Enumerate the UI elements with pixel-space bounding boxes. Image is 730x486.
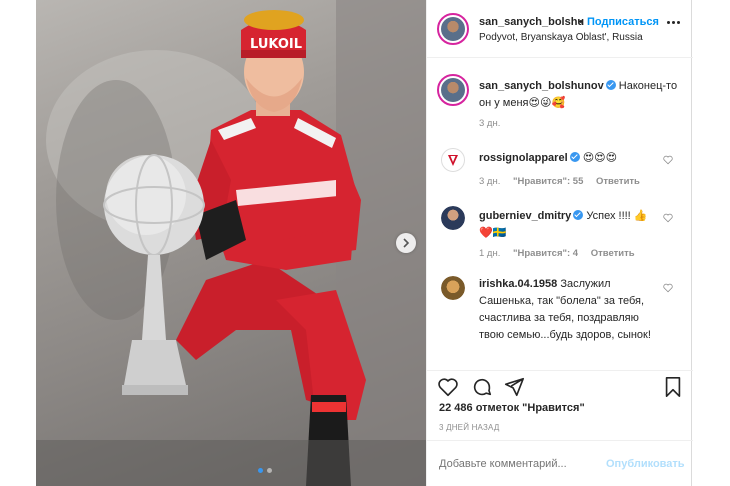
chevron-right-icon bbox=[403, 238, 410, 248]
author-username[interactable]: san_sanych_bolshu bbox=[479, 16, 584, 28]
commenter-avatar[interactable] bbox=[441, 148, 465, 172]
likes-count[interactable]: 22 486 отметок "Нравится" bbox=[439, 402, 585, 414]
more-icon bbox=[667, 21, 670, 24]
comment-item: guberniev_dmitry Успех !!!! 👍❤️🇸🇪 1 дн. … bbox=[427, 204, 693, 264]
commenter-avatar[interactable] bbox=[441, 206, 465, 230]
next-image-button[interactable] bbox=[396, 233, 416, 253]
caption-avatar[interactable] bbox=[437, 74, 469, 106]
add-comment-input[interactable] bbox=[439, 458, 599, 470]
bookmark-icon[interactable] bbox=[663, 376, 683, 398]
comment-username[interactable]: rossignolapparel bbox=[479, 152, 568, 164]
header-separator: • bbox=[579, 16, 583, 28]
like-comment-heart-icon[interactable] bbox=[663, 213, 673, 223]
post-location[interactable]: Podyvot, Bryanskaya Oblast', Russia bbox=[479, 32, 643, 43]
like-comment-heart-icon[interactable] bbox=[663, 283, 673, 293]
comments-list[interactable]: san_sanych_bolshunov Наконец-то он у мен… bbox=[427, 58, 693, 370]
comment-likes-count[interactable]: "Нравится": 4 bbox=[513, 248, 578, 259]
comment-age: 1 дн. bbox=[479, 248, 501, 259]
reply-button[interactable]: Ответить bbox=[596, 176, 640, 187]
post-actions bbox=[427, 370, 693, 400]
instagram-post: LUKOIL san_sanych_bolshu • Подписаться P… bbox=[0, 0, 730, 486]
publish-button[interactable]: Опубликовать bbox=[606, 458, 685, 470]
comment-icon[interactable] bbox=[471, 376, 493, 398]
comment-username[interactable]: guberniev_dmitry bbox=[479, 210, 571, 222]
post-side-panel: san_sanych_bolshu • Подписаться Podyvot,… bbox=[426, 0, 693, 486]
author-avatar[interactable] bbox=[437, 13, 469, 45]
caption-age: 3 дн. bbox=[479, 118, 501, 129]
skier-trophy-illustration: LUKOIL bbox=[36, 0, 426, 486]
caption: san_sanych_bolshunov Наконец-то он у мен… bbox=[427, 70, 693, 130]
heart-icon[interactable] bbox=[437, 376, 459, 398]
caption-username[interactable]: san_sanych_bolshunov bbox=[479, 80, 604, 92]
comment-age: 3 дн. bbox=[479, 176, 501, 187]
carousel-dot-1 bbox=[258, 468, 263, 473]
add-comment-bar: Опубликовать bbox=[427, 440, 693, 486]
comment-item: irishka.04.1958 Заслужил Сашенька, так "… bbox=[427, 274, 693, 370]
more-options-button[interactable] bbox=[667, 21, 680, 24]
cap-logo-text: LUKOIL bbox=[250, 37, 302, 52]
post-date[interactable]: 3 ДНЕЙ НАЗАД bbox=[439, 423, 499, 432]
carousel-dots bbox=[258, 468, 272, 473]
commenter-avatar[interactable] bbox=[441, 276, 465, 300]
post-header: san_sanych_bolshu • Подписаться Podyvot,… bbox=[427, 0, 693, 58]
rossignol-logo-icon bbox=[448, 155, 458, 166]
share-icon[interactable] bbox=[503, 376, 525, 398]
verified-badge-icon bbox=[605, 80, 616, 90]
like-comment-heart-icon[interactable] bbox=[663, 155, 673, 165]
verified-badge-icon bbox=[569, 152, 580, 162]
reply-button[interactable]: Ответить bbox=[591, 248, 635, 259]
comment-likes-count[interactable]: "Нравится": 55 bbox=[513, 176, 583, 187]
post-photo[interactable]: LUKOIL bbox=[36, 0, 426, 486]
follow-button[interactable]: Подписаться bbox=[587, 16, 659, 28]
comment-username[interactable]: irishka.04.1958 bbox=[479, 278, 557, 290]
comment-item: rossignolapparel 😍😍😍 3 дн. "Нравится": 5… bbox=[427, 146, 693, 196]
comment-text: 😍😍😍 bbox=[582, 152, 618, 164]
carousel-dot-2 bbox=[267, 468, 272, 473]
verified-badge-icon bbox=[573, 210, 584, 220]
